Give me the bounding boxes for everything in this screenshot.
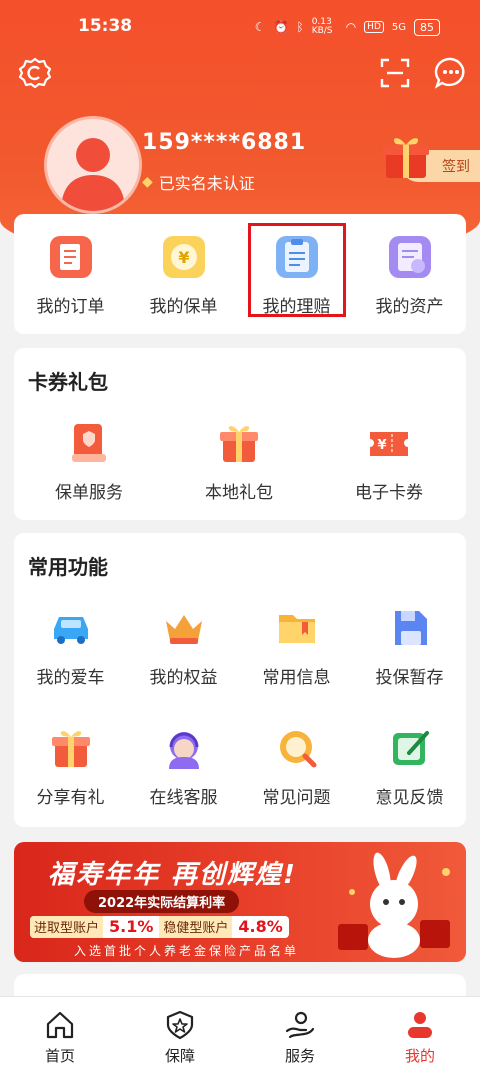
banner-footnote: 入选首批个人养老金保险产品名单 <box>74 944 300 958</box>
function-label: 在线客服 <box>149 788 218 808</box>
bluetooth-icon: ᛒ <box>296 20 304 34</box>
shortcut-my-assets[interactable]: 我的资产 <box>353 234 466 317</box>
tab-home[interactable]: 首页 <box>0 997 120 1073</box>
verify-status[interactable]: ◆ 已实名未认证 <box>142 170 255 194</box>
function-label: 分享有礼 <box>36 788 105 808</box>
function-common-info[interactable]: 常用信息 <box>240 605 353 688</box>
net-speed: 0.13 KB/S <box>311 17 333 36</box>
service-hand-icon <box>285 1011 315 1039</box>
message-icon[interactable] <box>434 56 468 90</box>
function-my-car[interactable]: 我的爱车 <box>14 605 127 688</box>
profile-icon <box>408 1012 432 1038</box>
signal-label: 5G <box>391 21 406 33</box>
scan-icon[interactable] <box>378 56 412 90</box>
hd-badge: HD <box>364 21 384 33</box>
coupon-policy-service[interactable]: 保单服务 <box>14 420 164 503</box>
shortcut-my-policies[interactable]: ¥ 我的保单 <box>127 234 240 317</box>
coupon-local-gift[interactable]: 本地礼包 <box>164 420 314 503</box>
bottom-tab-bar: 首页 保障 服务 我的 <box>0 996 480 1073</box>
battery-indicator: 85 <box>414 18 440 36</box>
banner-rates: 进取型账户 5.1% 稳健型账户 4.8% <box>30 916 289 938</box>
status-bar: 15:38 ☾ ⏰ ᛒ 0.13 KB/S ◠ HD 5G 85 <box>0 0 480 56</box>
shortcut-label: 我的资产 <box>375 297 444 317</box>
function-label: 常用信息 <box>262 668 331 688</box>
function-my-rights[interactable]: 我的权益 <box>127 605 240 688</box>
function-label: 我的爱车 <box>36 668 105 688</box>
account2-rate: 4.8% <box>238 917 283 936</box>
home-icon <box>46 1011 74 1039</box>
section-title: 卡券礼包 <box>28 370 108 394</box>
banner-headline: 福寿年年 再创辉煌! <box>48 860 297 890</box>
shortcuts-card: 我的订单 ¥ 我的保单 我的理赔 我的资产 <box>14 214 466 334</box>
coupon-label: 保单服务 <box>55 483 123 503</box>
shield-star-icon <box>166 1010 194 1040</box>
car-icon <box>53 617 88 644</box>
coupon-label: 电子卡券 <box>355 483 423 503</box>
moon-icon: ☾ <box>254 20 266 34</box>
asset-doc-icon <box>388 236 431 278</box>
local-gift-icon <box>220 426 258 462</box>
tab-label: 服务 <box>284 1047 315 1065</box>
verify-status-label: 已实名未认证 <box>158 174 255 193</box>
function-label: 我的权益 <box>149 668 218 688</box>
tab-service[interactable]: 服务 <box>240 997 360 1073</box>
shortcut-label: 我的订单 <box>36 297 105 317</box>
svg-text:¥: ¥ <box>178 248 189 267</box>
alarm-icon: ⏰ <box>273 20 289 34</box>
crown-icon <box>165 615 202 644</box>
feedback-icon <box>392 731 429 765</box>
rabbit-mascot-icon <box>338 852 450 958</box>
service-agent-icon <box>168 732 199 769</box>
status-icons: ☾ ⏰ ᛒ 0.13 KB/S ◠ HD 5G 85 <box>255 18 440 36</box>
checkin-gift-icon[interactable] <box>380 132 432 180</box>
highlight-box-my-claims <box>248 223 346 317</box>
avatar[interactable] <box>44 116 142 214</box>
settings-gear-icon[interactable] <box>18 56 52 90</box>
diamond-icon: ◆ <box>142 174 153 190</box>
svg-text:¥: ¥ <box>377 438 386 453</box>
folder-icon <box>278 615 315 643</box>
tab-label: 首页 <box>44 1047 75 1065</box>
function-save-draft[interactable]: 投保暂存 <box>353 605 466 688</box>
default-avatar-icon <box>61 138 125 211</box>
status-time: 15:38 <box>78 16 133 36</box>
account2-label: 稳健型账户 <box>159 916 233 938</box>
banner-subline: 2022年实际结算利率 <box>84 890 240 913</box>
function-online-service[interactable]: 在线客服 <box>127 725 240 808</box>
policy-coin-icon: ¥ <box>162 236 205 278</box>
checkin-label: 签到 <box>442 159 470 175</box>
tab-protection[interactable]: 保障 <box>120 997 240 1073</box>
policy-service-icon <box>72 424 106 462</box>
section-title: 常用功能 <box>28 555 108 579</box>
promo-banner[interactable]: 福寿年年 再创辉煌! 2022年实际结算利率 进取型账户 5.1% 稳健型账户 … <box>14 842 466 962</box>
e-coupon-icon: ¥ <box>370 432 408 456</box>
coupon-e-coupons[interactable]: ¥ 电子卡券 <box>314 420 464 503</box>
account1-label: 进取型账户 <box>30 916 104 938</box>
save-icon <box>394 611 427 645</box>
faq-icon <box>279 731 316 768</box>
function-faq[interactable]: 常见问题 <box>240 725 353 808</box>
function-label: 常见问题 <box>262 788 331 808</box>
function-label: 投保暂存 <box>375 668 444 688</box>
wifi-icon: ◠ <box>345 20 357 34</box>
tab-label: 保障 <box>164 1047 195 1065</box>
function-feedback[interactable]: 意见反馈 <box>353 725 466 808</box>
shortcut-label: 我的保单 <box>149 297 218 317</box>
function-label: 意见反馈 <box>375 788 444 808</box>
user-phone: 159****6881 <box>142 130 307 155</box>
coupons-card: 卡券礼包 保单服务 本地礼包 ¥ 电子卡券 <box>14 348 466 520</box>
order-icon <box>49 236 92 278</box>
common-functions-card: 常用功能 我的爱车 我的权益 常用信息 投保暂存 分享有礼 在线客服 常见问题 … <box>14 533 466 827</box>
coupon-label: 本地礼包 <box>205 483 273 503</box>
tab-mine[interactable]: 我的 <box>360 997 480 1073</box>
tab-label: 我的 <box>404 1047 435 1065</box>
account1-rate: 5.1% <box>109 917 154 936</box>
shortcut-my-orders[interactable]: 我的订单 <box>14 234 127 317</box>
function-share-gift[interactable]: 分享有礼 <box>14 725 127 808</box>
share-gift-icon <box>51 731 90 767</box>
